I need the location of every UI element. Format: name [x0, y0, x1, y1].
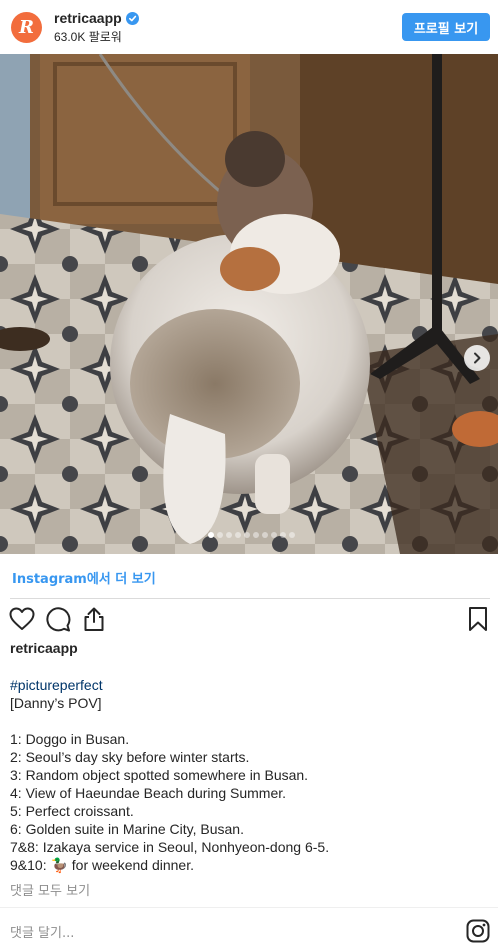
post-caption: #pictureperfect [Danny’s POV] 1: Doggo in …: [10, 676, 490, 874]
divider: [10, 598, 490, 599]
carousel-dot: [225, 532, 232, 538]
carousel-dot: [288, 532, 295, 538]
caption-line: 7&8: Izakaya service in Seoul, Nonhyeon-…: [10, 839, 330, 855]
comment-bar: 댓글 달기...: [0, 907, 498, 952]
heart-icon: [9, 607, 35, 630]
avatar[interactable]: R: [11, 12, 42, 43]
carousel-dot: [234, 532, 241, 538]
caption-line: 6: Golden suite in Marine City, Busan.: [10, 821, 244, 837]
caption-line: 2: Seoul’s day sky before winter starts.: [10, 749, 250, 765]
follower-count: 63.0K 팔로워: [54, 30, 122, 44]
dog-photo: [0, 54, 498, 554]
carousel-dot: [243, 532, 250, 538]
share-button[interactable]: [80, 605, 108, 633]
caption-line: 9&10: 🦆 for weekend dinner.: [10, 857, 194, 873]
carousel-dot: [270, 532, 277, 538]
avatar-letter: R: [19, 16, 34, 38]
comment-button[interactable]: [44, 605, 72, 633]
header-username[interactable]: retricaapp: [54, 10, 122, 26]
post-username[interactable]: retricaapp: [10, 640, 78, 656]
carousel-dot: [216, 532, 223, 538]
caption-line: 4: View of Haeundae Beach during Summer.: [10, 785, 287, 801]
view-profile-button[interactable]: 프로필 보기: [402, 13, 490, 41]
instagram-icon[interactable]: [466, 919, 490, 943]
carousel-dot: [252, 532, 259, 538]
carousel-next-button[interactable]: [464, 345, 490, 371]
carousel-dot: [207, 532, 214, 538]
caption-line: [10, 712, 490, 730]
share-icon: [84, 607, 104, 631]
header-username-row[interactable]: retricaapp: [54, 10, 139, 26]
post-photo[interactable]: [0, 54, 498, 554]
like-button[interactable]: [8, 605, 36, 633]
hashtag-link[interactable]: #pictureperfect: [10, 676, 490, 694]
carousel-indicator: [2, 532, 498, 540]
caption-line: 1: Doggo in Busan.: [10, 731, 130, 747]
carousel-dot: [261, 532, 268, 538]
comment-input[interactable]: 댓글 달기...: [10, 922, 74, 941]
bookmark-button[interactable]: [464, 605, 492, 633]
view-all-comments-link[interactable]: 댓글 모두 보기: [10, 880, 90, 899]
verified-icon: [125, 11, 139, 25]
caption-line: [Danny’s POV]: [10, 695, 102, 711]
chevron-right-icon: [474, 352, 481, 364]
post-actions: [0, 605, 498, 635]
carousel-dot: [279, 532, 286, 538]
post-header: R retricaapp 63.0K 팔로워 프로필 보기: [0, 0, 498, 54]
caption-line: 5: Perfect croissant.: [10, 803, 134, 819]
caption-line: 3: Random object spotted somewhere in Bu…: [10, 767, 309, 783]
bookmark-icon: [469, 607, 487, 631]
comment-icon: [45, 606, 70, 631]
view-more-on-instagram-link[interactable]: Instagram에서 더 보기: [12, 568, 156, 587]
